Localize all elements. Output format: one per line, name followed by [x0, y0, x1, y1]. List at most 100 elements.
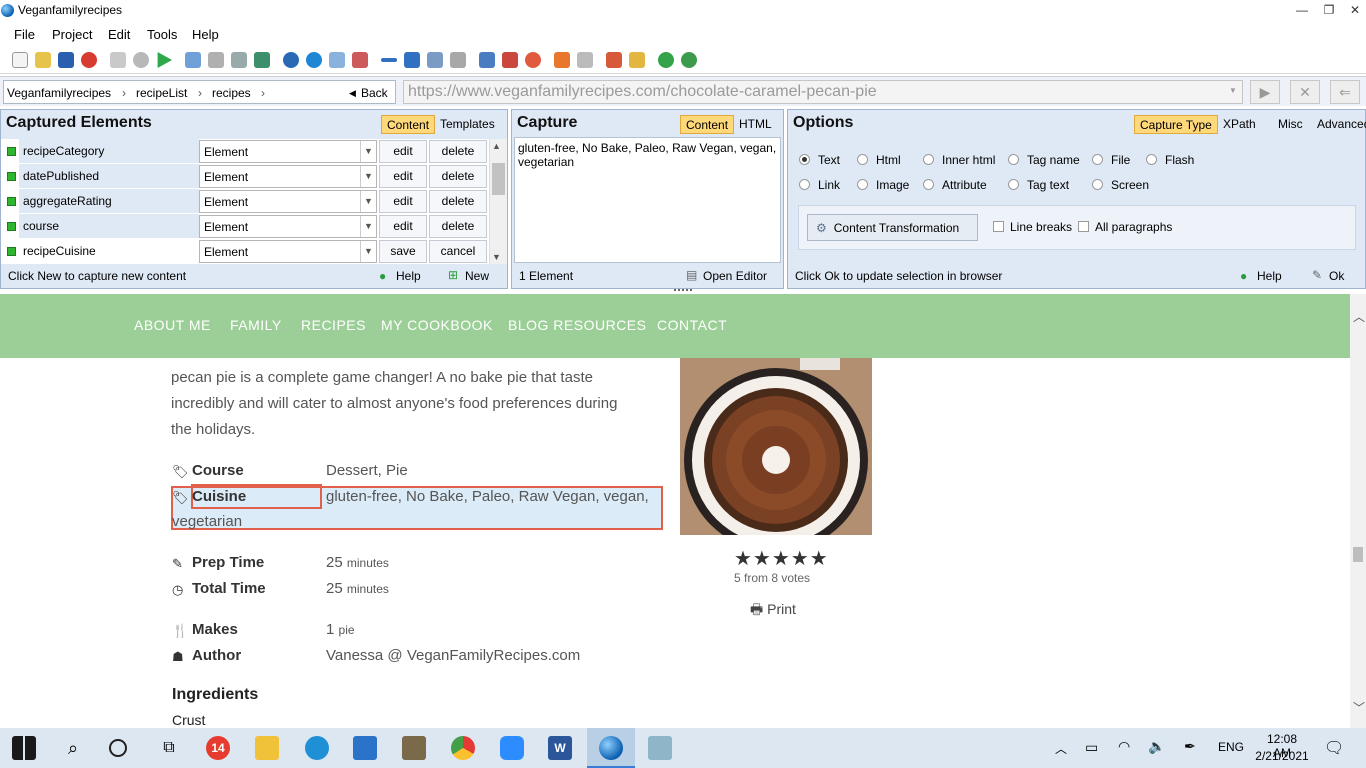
tab-capture-type[interactable]: Capture Type	[1134, 115, 1218, 134]
play-button[interactable]: ▶	[1250, 80, 1280, 104]
tab-content[interactable]: Content	[680, 115, 735, 134]
stop-icon[interactable]	[81, 52, 97, 68]
delete-button[interactable]: delete	[429, 190, 487, 213]
url-dropdown-icon[interactable]: ▼	[1229, 86, 1237, 95]
table-icon[interactable]	[479, 52, 495, 68]
radio-tag-name[interactable]: Tag name	[1008, 153, 1080, 167]
radio-html[interactable]: Html	[857, 153, 901, 167]
delete-button[interactable]: delete	[429, 165, 487, 188]
chevron-down-icon[interactable]: ▼	[492, 252, 501, 262]
page-icon[interactable]	[329, 52, 345, 68]
search-icon[interactable]	[283, 52, 299, 68]
nav-cookbook[interactable]: MY COOKBOOK	[381, 317, 493, 333]
url-input[interactable]: https://www.veganfamilyrecipes.com/choco…	[403, 80, 1243, 104]
element-name-input[interactable]: recipeCuisine	[19, 239, 199, 263]
edit-button[interactable]: edit	[379, 215, 427, 238]
word-icon[interactable]: W	[548, 736, 572, 760]
radio-screen[interactable]: Screen	[1092, 178, 1149, 192]
radio-tag-text[interactable]: Tag text	[1008, 178, 1069, 192]
list-item[interactable]: course Element ▼ edit delete	[1, 214, 491, 239]
open-editor-link[interactable]: Open Editor	[703, 269, 767, 283]
cortana-icon[interactable]	[109, 739, 127, 757]
edit-button[interactable]: edit	[379, 165, 427, 188]
nav-about[interactable]: ABOUT ME	[134, 317, 211, 333]
search-icon[interactable]: ⌕	[61, 736, 85, 760]
list-scrollbar[interactable]: ▲ ▼	[489, 139, 507, 264]
tab-xpath[interactable]: XPath	[1218, 115, 1261, 134]
menu-project[interactable]: Project	[52, 27, 92, 42]
nav-contact[interactable]: CONTACT	[657, 317, 727, 333]
rating-stars[interactable]: ★★★★★	[734, 546, 829, 571]
delete-button[interactable]: delete	[429, 140, 487, 163]
open-folder-icon[interactable]	[35, 52, 51, 68]
list-item[interactable]: recipeCuisine Element ▼ save cancel	[1, 239, 491, 264]
help-link[interactable]: Help	[396, 269, 421, 283]
all-paragraphs-checkbox[interactable]: All paragraphs	[1078, 220, 1172, 234]
file-explorer-icon[interactable]	[255, 736, 279, 760]
battery-icon[interactable]: ▭	[1085, 739, 1098, 756]
radio-flash[interactable]: Flash	[1146, 153, 1194, 167]
tab-advanced[interactable]: Advanced	[1312, 115, 1366, 134]
radio-link[interactable]: Link	[799, 178, 840, 192]
pointer-icon[interactable]	[554, 52, 570, 68]
zoom-icon[interactable]	[500, 736, 524, 760]
wifi-icon[interactable]: ◠	[1118, 738, 1130, 755]
radio-text[interactable]: Text	[799, 153, 840, 167]
cancel-button[interactable]: cancel	[429, 240, 487, 263]
record-icon[interactable]	[525, 52, 541, 68]
tab-misc[interactable]: Misc	[1273, 115, 1308, 134]
type-select[interactable]: Element ▼	[199, 240, 377, 263]
back-button[interactable]: Back	[361, 86, 388, 100]
chevron-down-icon[interactable]: ﹀	[1353, 699, 1365, 716]
menu-help[interactable]: Help	[192, 27, 219, 42]
list-item[interactable]: datePublished Element ▼ edit delete	[1, 164, 491, 189]
mail-icon[interactable]	[353, 736, 377, 760]
radio-file[interactable]: File	[1092, 153, 1130, 167]
restore-icon[interactable]: ❐	[1318, 2, 1340, 18]
run-icon[interactable]	[157, 52, 172, 68]
line-breaks-checkbox[interactable]: Line breaks	[993, 220, 1072, 234]
notification-badge-icon[interactable]: 14	[206, 736, 230, 760]
delete-button[interactable]: delete	[429, 215, 487, 238]
save-button[interactable]: save	[379, 240, 427, 263]
scrollbar-thumb[interactable]	[492, 163, 505, 195]
radio-inner-html[interactable]: Inner html	[923, 153, 995, 167]
window-icon[interactable]	[231, 52, 247, 68]
chevron-up-icon[interactable]: ▲	[492, 141, 501, 151]
active-app-tile[interactable]	[587, 728, 635, 768]
save-icon[interactable]	[58, 52, 74, 68]
chevron-up-icon[interactable]: ︿	[1055, 740, 1067, 757]
type-select[interactable]: Element ▼	[199, 140, 377, 163]
print-button[interactable]: 🖶 Print	[750, 599, 796, 623]
radio-image[interactable]: Image	[857, 178, 909, 192]
info-icon[interactable]	[681, 52, 697, 68]
help-link[interactable]: Help	[1257, 269, 1282, 283]
help-icon[interactable]	[658, 52, 674, 68]
task-view-icon[interactable]: ⧉	[157, 736, 181, 760]
plus-icon[interactable]	[404, 52, 420, 68]
volume-icon[interactable]: 🔈	[1148, 738, 1165, 755]
cancel-nav-button[interactable]: ✕	[1290, 80, 1320, 104]
edge-icon[interactable]	[305, 736, 329, 760]
breadcrumb-recipelist[interactable]: recipeList	[136, 86, 187, 100]
globe-icon[interactable]	[306, 52, 322, 68]
splitter-handle[interactable]	[674, 289, 692, 293]
clock-date[interactable]: 2/21/2021	[1254, 749, 1310, 763]
type-select[interactable]: Element ▼	[199, 190, 377, 213]
tab-content[interactable]: Content	[381, 115, 436, 134]
export-icon[interactable]	[185, 52, 201, 68]
menu-file[interactable]: File	[14, 27, 35, 42]
type-select[interactable]: Element ▼	[199, 165, 377, 188]
tab-html[interactable]: HTML	[734, 115, 777, 134]
link-icon[interactable]	[352, 52, 368, 68]
settings-icon[interactable]	[133, 52, 149, 68]
minus-icon[interactable]	[381, 58, 397, 62]
capture-textarea[interactable]: gluten-free, No Bake, Paleo, Raw Vegan, …	[514, 137, 781, 263]
breadcrumb-recipes[interactable]: recipes	[212, 86, 251, 100]
action-center-icon[interactable]: 🗨	[1324, 738, 1344, 758]
language-indicator[interactable]: ENG	[1218, 740, 1244, 754]
import-icon[interactable]	[254, 52, 270, 68]
list-item[interactable]: aggregateRating Element ▼ edit delete	[1, 189, 491, 214]
calendar-icon[interactable]	[402, 736, 426, 760]
tools-icon[interactable]	[450, 52, 466, 68]
